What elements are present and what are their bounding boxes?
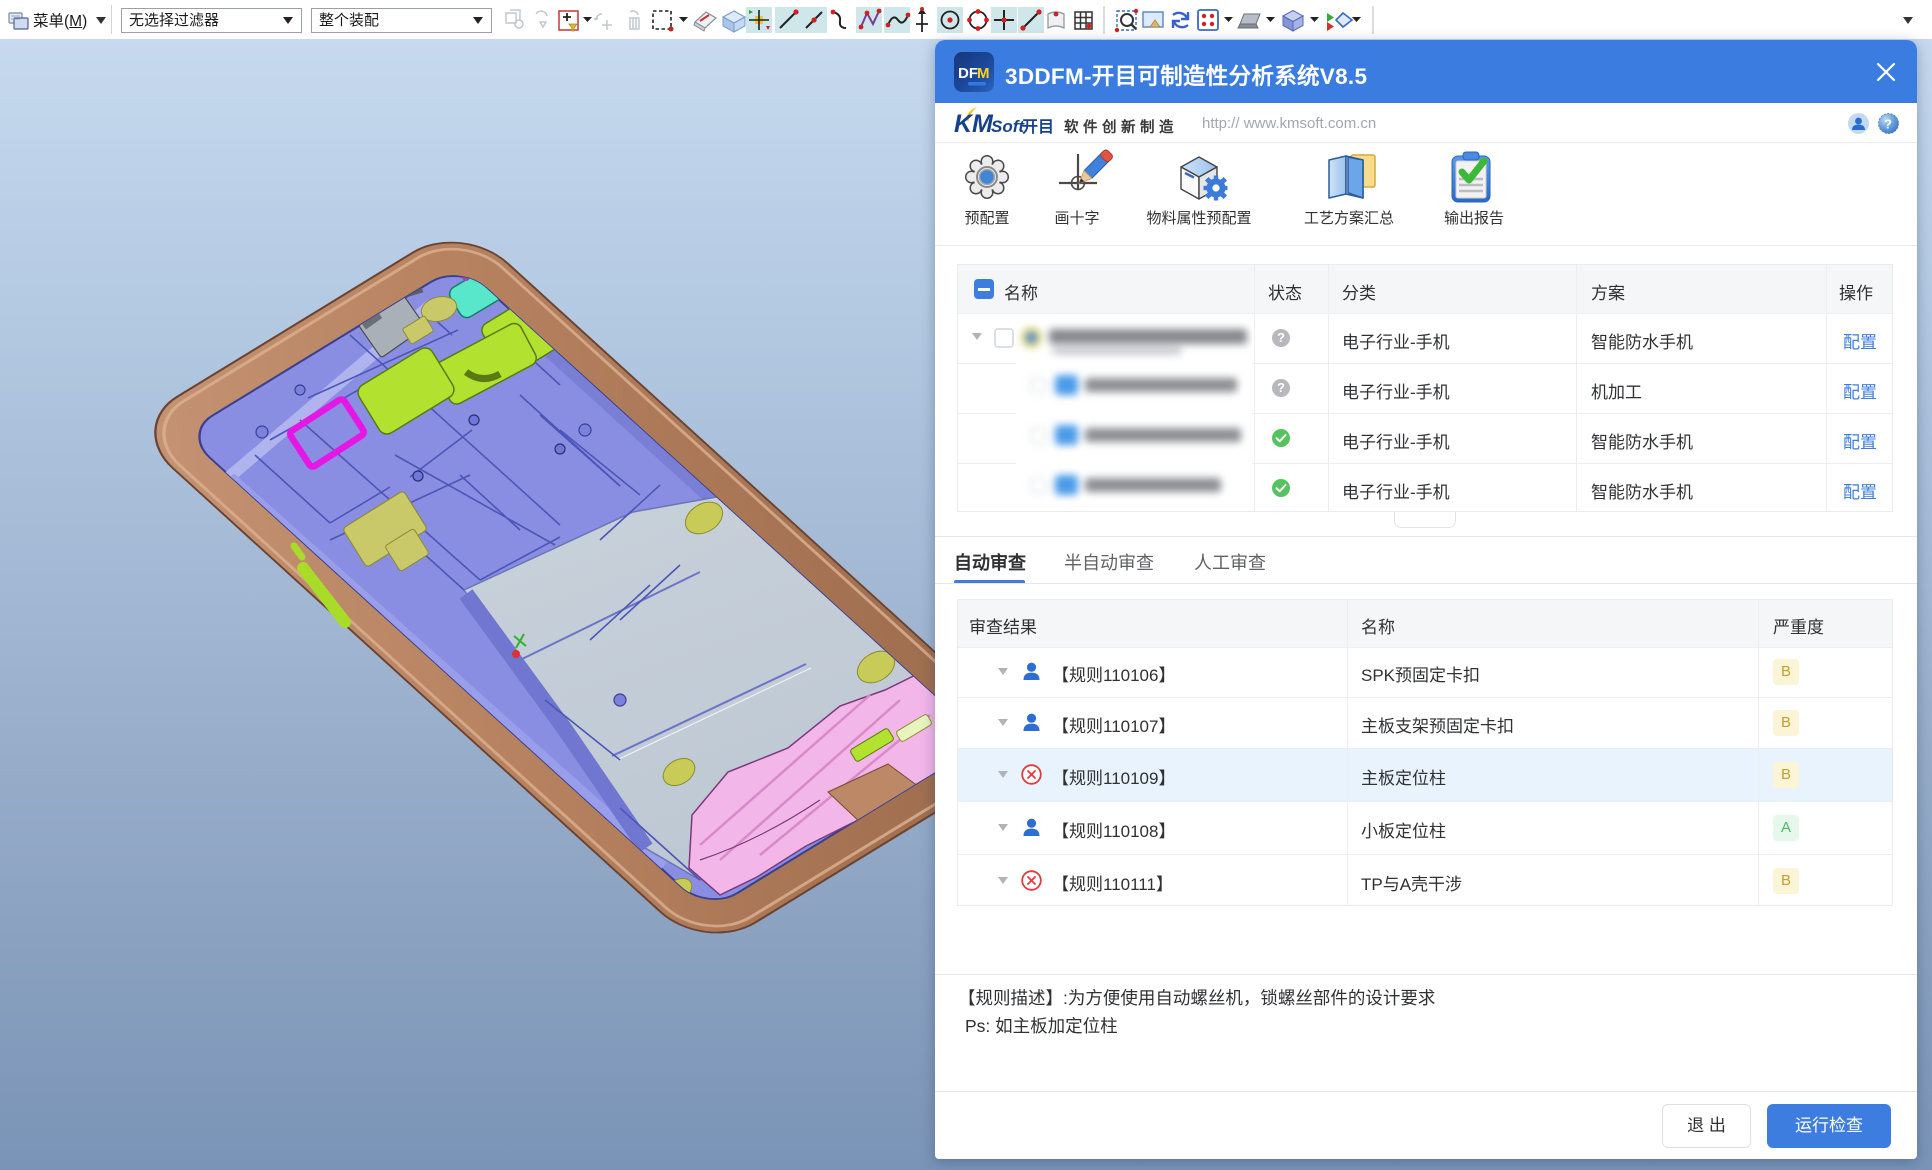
svg-text:开目: 开目 [1022,118,1054,136]
svg-text:M: M [977,65,990,82]
svg-text:?: ? [1884,117,1892,132]
svg-text:KM: KM [954,110,994,138]
svg-text:Soft: Soft [991,117,1025,136]
svg-text:DF: DF [958,65,978,82]
